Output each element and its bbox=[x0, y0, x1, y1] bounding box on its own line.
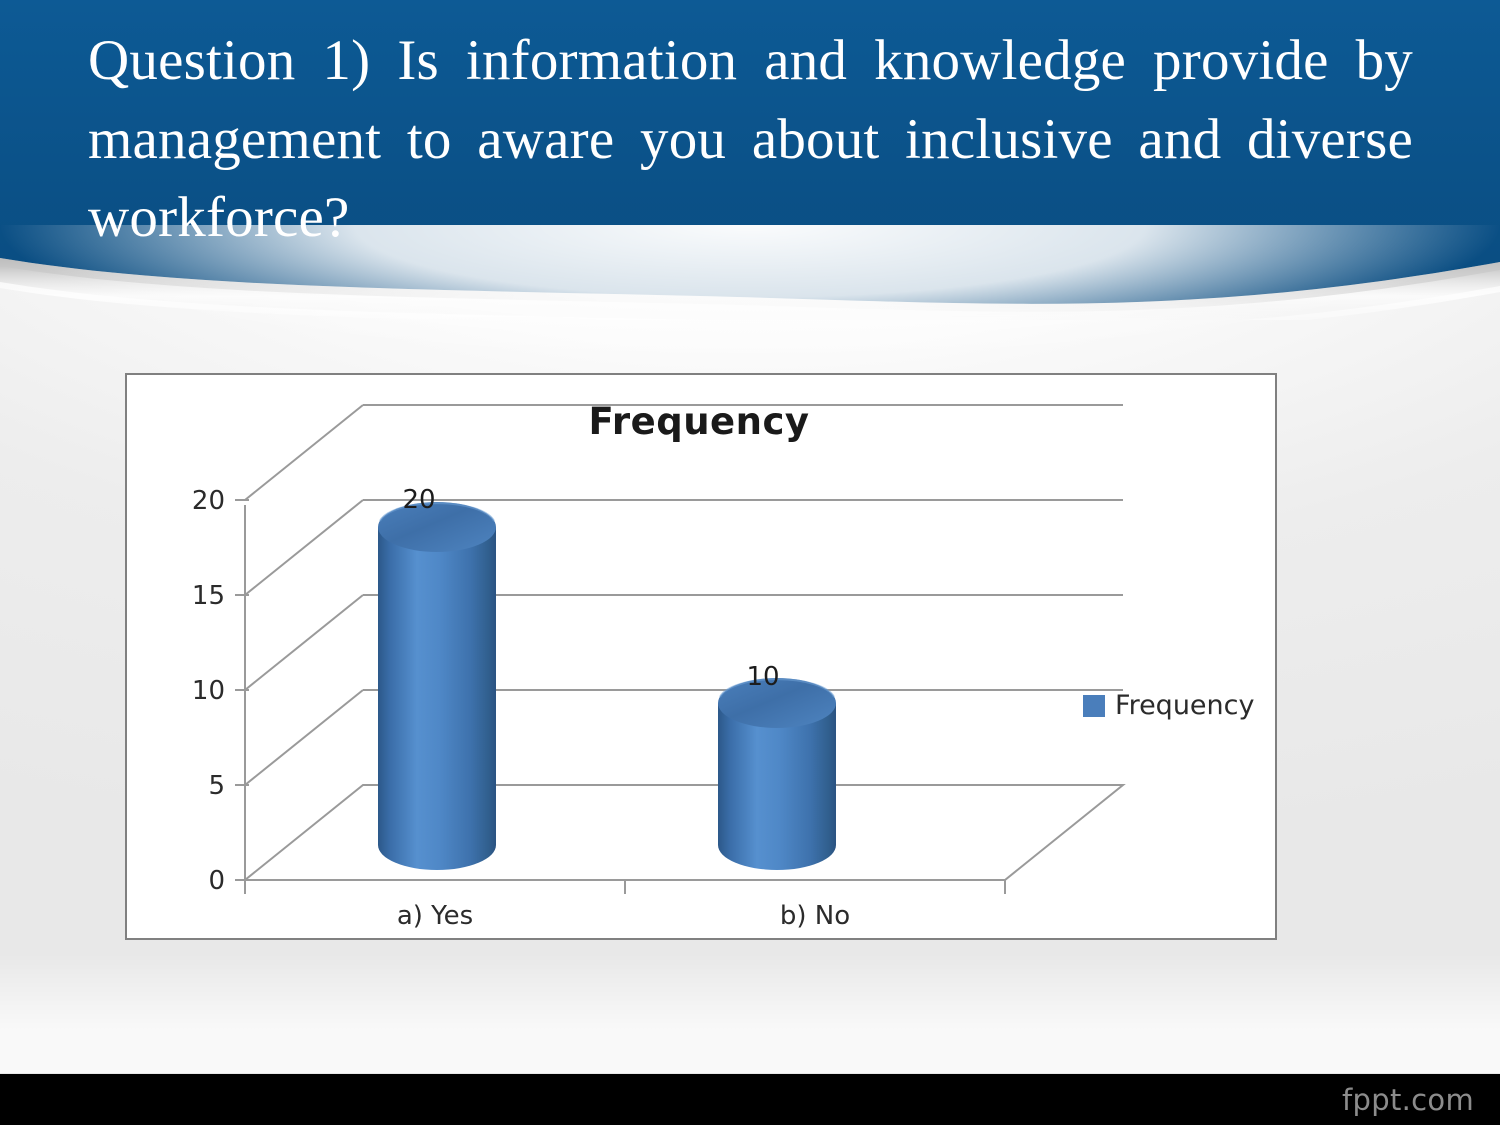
y-tick-label: 20 bbox=[192, 486, 225, 516]
chart-legend: Frequency bbox=[1083, 690, 1255, 721]
y-tick-label: 0 bbox=[208, 866, 225, 896]
y-tick-label: 5 bbox=[208, 771, 225, 801]
legend-swatch-frequency bbox=[1083, 695, 1105, 717]
slide-header: Question 1) Is information and knowledge… bbox=[0, 0, 1500, 320]
chart-container: Frequency 0 5 10 15 20 20 10 a) Yes b) N… bbox=[125, 373, 1277, 940]
bar-data-label-yes: 20 bbox=[402, 485, 435, 515]
footer-bar: fppt.com bbox=[0, 1074, 1500, 1125]
legend-label-frequency: Frequency bbox=[1115, 690, 1255, 721]
x-category-label-yes: a) Yes bbox=[397, 901, 473, 931]
bar-cylinder-yes bbox=[378, 502, 496, 870]
x-category-label-no: b) No bbox=[780, 901, 850, 931]
chart-plot-area: 0 5 10 15 20 20 10 a) Yes b) No Frequenc… bbox=[192, 404, 1255, 931]
footer-watermark: fppt.com bbox=[1342, 1082, 1474, 1117]
y-tick-label: 15 bbox=[192, 581, 225, 611]
bar-cylinder-no bbox=[718, 678, 836, 870]
page-title: Question 1) Is information and knowledge… bbox=[88, 29, 1413, 250]
slide-canvas: Question 1) Is information and knowledge… bbox=[0, 0, 1500, 1125]
bar-data-label-no: 10 bbox=[746, 662, 779, 692]
y-tick-label: 10 bbox=[192, 676, 225, 706]
